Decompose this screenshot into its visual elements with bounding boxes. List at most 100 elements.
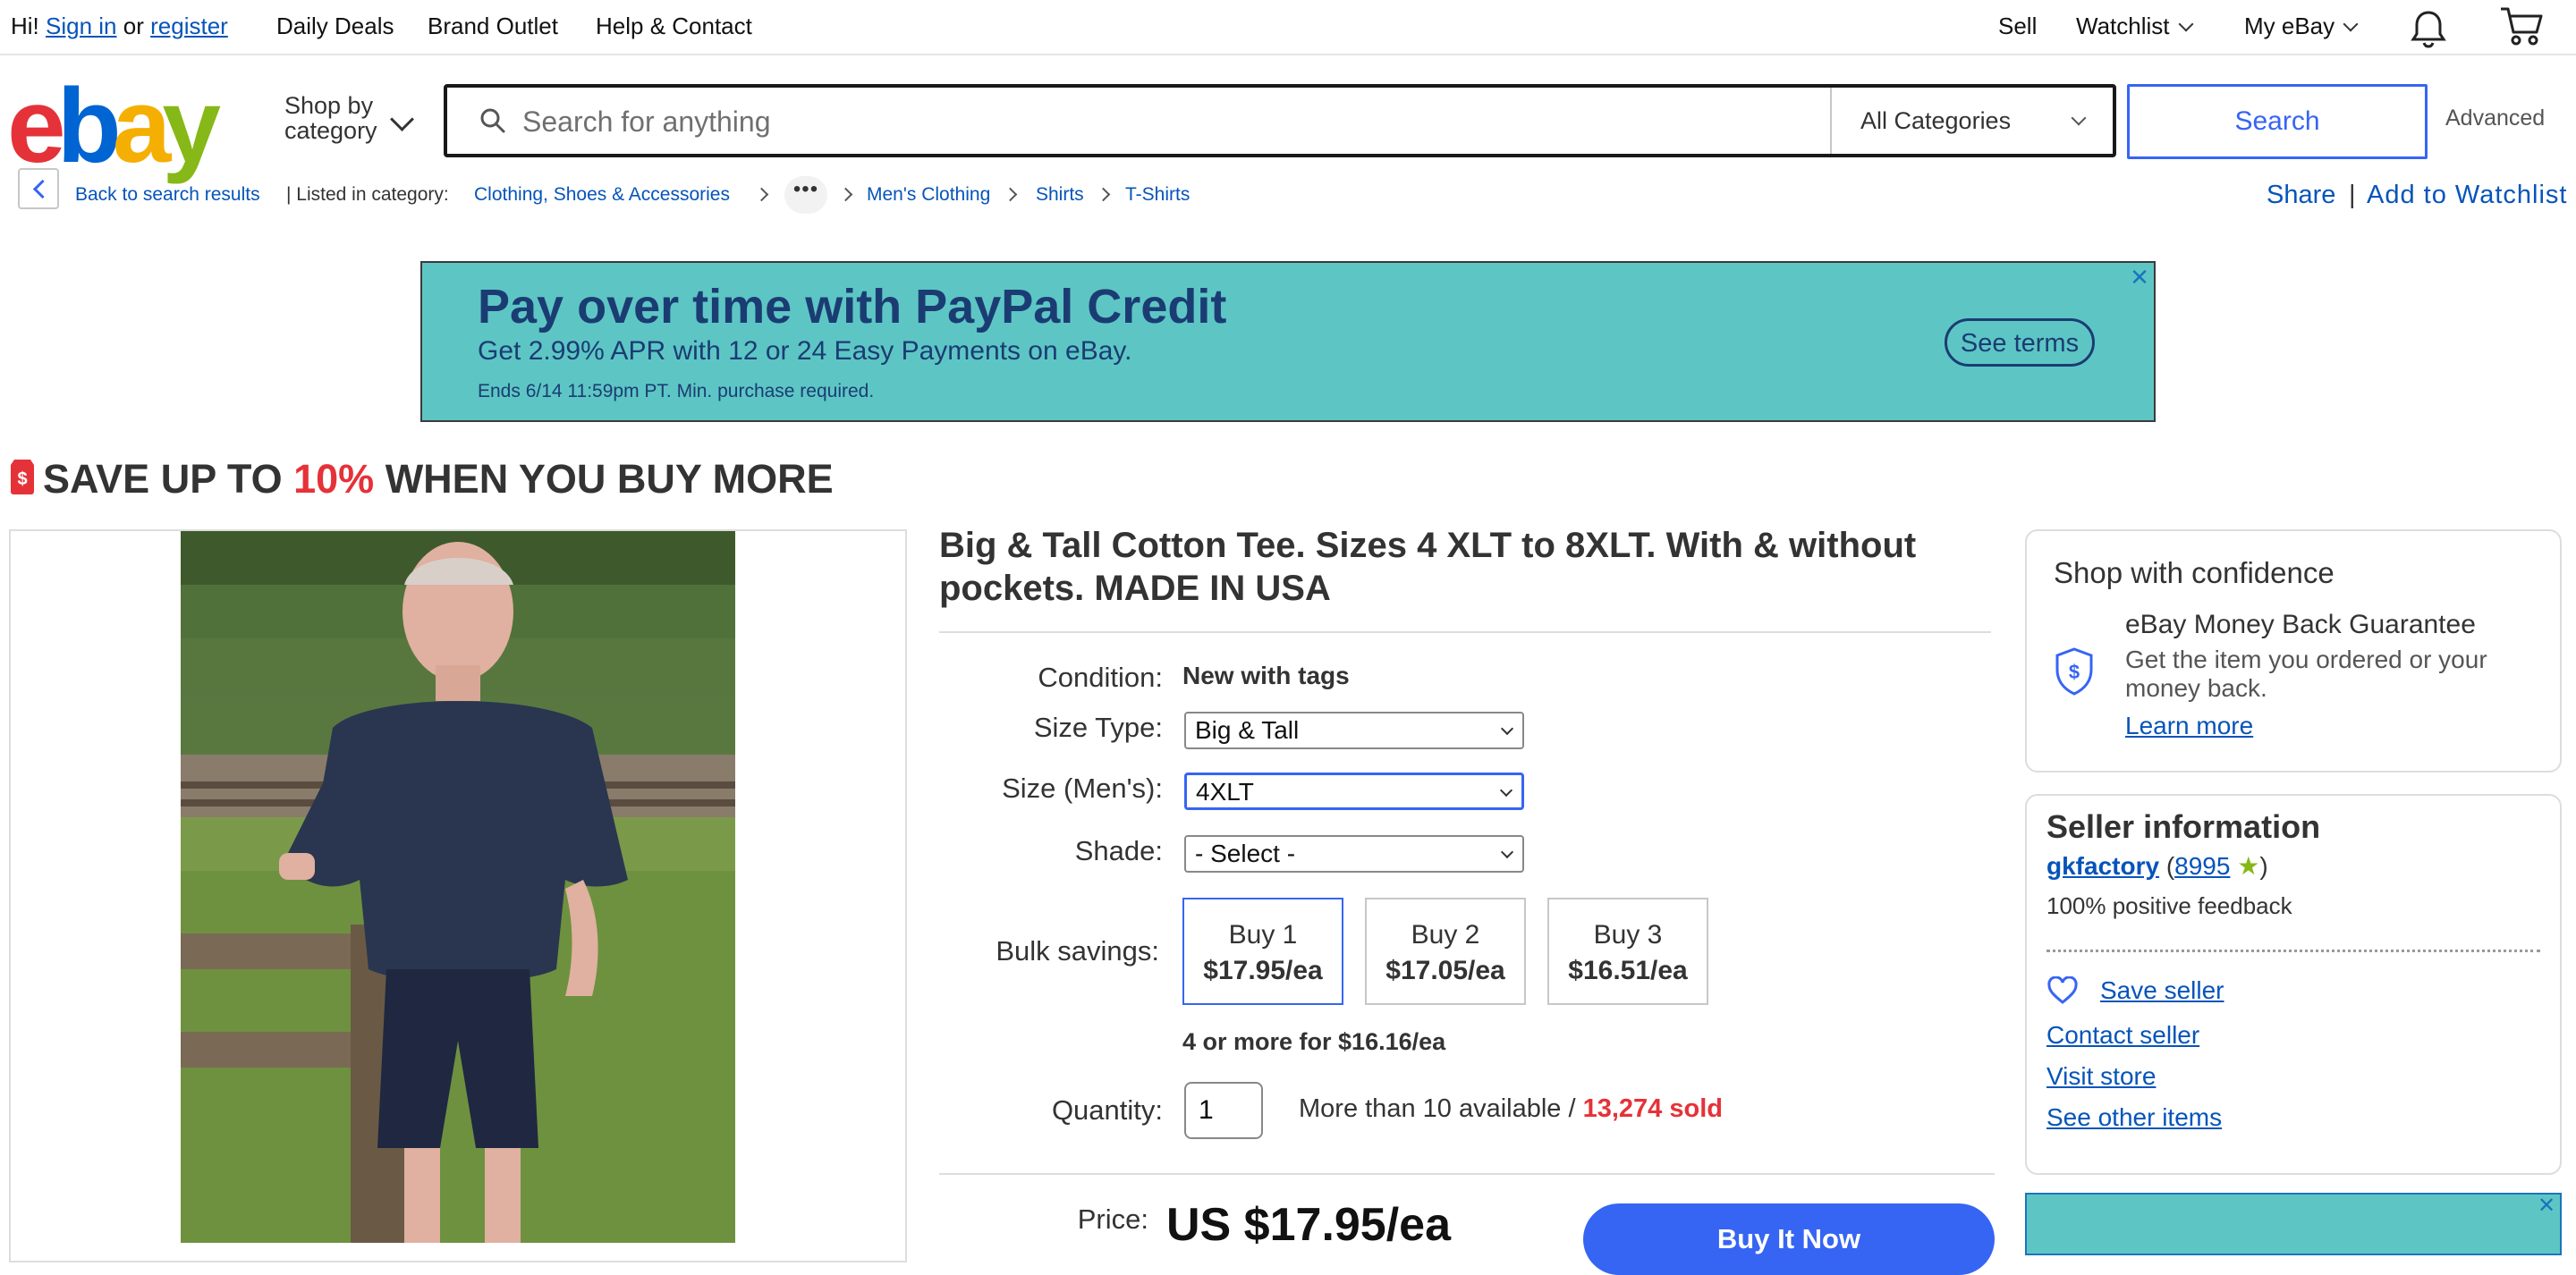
chevron-right-icon: [838, 187, 853, 202]
seller-name-row: gkfactory (8995 ★): [2046, 851, 2268, 881]
close-icon[interactable]: ✕: [2127, 265, 2152, 290]
back-to-results-link[interactable]: Back to search results: [75, 182, 260, 207]
product-image-viewer[interactable]: [9, 529, 907, 1262]
register-link[interactable]: register: [150, 13, 228, 39]
sold-count[interactable]: 13,274 sold: [1583, 1094, 1723, 1123]
search-bar: All Categories: [444, 84, 2116, 157]
price-tag-icon: $: [9, 458, 36, 500]
chevron-down-icon: [390, 107, 414, 131]
chevron-right-icon: [1003, 187, 1018, 202]
seller-heading: Seller information: [2046, 808, 2321, 845]
bulk-option-buy-3[interactable]: Buy 3 $16.51/ea: [1547, 898, 1708, 1005]
breadcrumb-item-t-shirts[interactable]: T-Shirts: [1125, 182, 1190, 207]
learn-more-link[interactable]: Learn more: [2125, 712, 2253, 740]
guarantee-title: eBay Money Back Guarantee: [2125, 610, 2476, 639]
heart-icon[interactable]: [2046, 975, 2079, 1009]
logo-letter-b: b: [56, 67, 122, 185]
add-to-watchlist-link[interactable]: Add to Watchlist: [2367, 181, 2567, 210]
chevron-down-icon: [1500, 722, 1514, 736]
buy-it-now-button[interactable]: Buy It Now: [1583, 1203, 1995, 1275]
banner-subtitle: Get 2.99% APR with 12 or 24 Easy Payment…: [478, 336, 1132, 366]
sell-link[interactable]: Sell: [1998, 11, 2037, 41]
seller-information-panel: Seller information gkfactory (8995 ★) 10…: [2025, 794, 2562, 1175]
notification-bell-icon[interactable]: [2410, 9, 2447, 53]
daily-deals-link[interactable]: Daily Deals: [276, 11, 394, 41]
chevron-down-icon: [2343, 16, 2359, 32]
greeting-area: Hi! Sign in or register: [11, 11, 228, 41]
watchlist-menu[interactable]: Watchlist: [2076, 11, 2193, 41]
side-advertisement[interactable]: ✕: [2025, 1193, 2562, 1255]
my-ebay-menu[interactable]: My eBay: [2244, 11, 2359, 41]
bulk-option-price: $17.05/ea: [1385, 956, 1505, 985]
size-mens-select[interactable]: 4XLT: [1184, 773, 1524, 810]
see-terms-button[interactable]: See terms: [1945, 318, 2095, 367]
size-type-label: Size Type:: [1033, 712, 1163, 743]
shade-select[interactable]: - Select -: [1184, 835, 1524, 873]
quantity-input[interactable]: [1184, 1082, 1263, 1139]
svg-text:$: $: [2069, 661, 2080, 683]
save-seller-link[interactable]: Save seller: [2100, 976, 2224, 1005]
chevron-down-icon: [1499, 783, 1513, 798]
search-button[interactable]: Search: [2127, 84, 2428, 159]
visit-store-link[interactable]: Visit store: [2046, 1062, 2156, 1091]
promo-suffix: WHEN YOU BUY MORE: [385, 456, 834, 502]
or-text: or: [123, 13, 144, 39]
feedback-score-link[interactable]: 8995: [2174, 852, 2230, 880]
shield-icon: $: [2054, 647, 2095, 700]
my-ebay-label: My eBay: [2244, 13, 2335, 39]
chevron-right-icon: [754, 187, 769, 202]
paypal-credit-banner[interactable]: Pay over time with PayPal Credit Get 2.9…: [420, 261, 2156, 422]
available-text: More than 10 available /: [1299, 1094, 1576, 1123]
cart-icon[interactable]: [2499, 5, 2544, 51]
search-input[interactable]: [521, 88, 1866, 156]
condition-value: New with tags: [1182, 662, 1350, 689]
bulk-option-qty: Buy 2: [1411, 920, 1480, 950]
chevron-down-icon: [1500, 845, 1514, 859]
category-select[interactable]: All Categories: [1830, 88, 2113, 154]
bulk-option-price: $17.95/ea: [1203, 956, 1323, 985]
top-navigation-bar: Hi! Sign in or register Daily Deals Bran…: [0, 0, 2576, 55]
quantity-label: Quantity:: [1051, 1094, 1163, 1126]
close-icon[interactable]: ✕: [2535, 1195, 2558, 1218]
bulk-option-buy-1[interactable]: Buy 1 $17.95/ea: [1182, 898, 1343, 1005]
chevron-right-icon: [1096, 187, 1111, 202]
sign-in-link[interactable]: Sign in: [46, 13, 117, 39]
bulk-option-buy-2[interactable]: Buy 2 $17.05/ea: [1365, 898, 1526, 1005]
volume-discount-heading: SAVE UP TO 10% WHEN YOU BUY MORE: [43, 456, 834, 502]
advanced-search-link[interactable]: Advanced: [2445, 106, 2545, 131]
bulk-option-price: $16.51/ea: [1568, 956, 1688, 985]
shade-label: Shade:: [1074, 835, 1163, 866]
product-photo[interactable]: [11, 531, 905, 1243]
back-button[interactable]: [18, 168, 59, 209]
search-icon: [479, 107, 506, 139]
category-select-value: All Categories: [1860, 107, 2012, 134]
breadcrumb-item-mens-clothing[interactable]: Men's Clothing: [867, 182, 990, 207]
breadcrumb-item-shirts[interactable]: Shirts: [1036, 182, 1084, 207]
star-icon: ★: [2237, 852, 2260, 880]
availability-text: More than 10 available / 13,274 sold: [1299, 1094, 1723, 1124]
greeting-text: Hi!: [11, 13, 39, 39]
contact-seller-link[interactable]: Contact seller: [2046, 1021, 2199, 1050]
shop-by-category-button[interactable]: Shop by category: [284, 93, 377, 143]
bulk-more-text: 4 or more for $16.16/ea: [1182, 1028, 1446, 1055]
positive-feedback-text: 100% positive feedback: [2046, 892, 2292, 919]
confidence-heading: Shop with confidence: [2054, 556, 2334, 589]
open-paren: (: [2165, 852, 2175, 880]
size-type-select[interactable]: Big & Tall: [1184, 712, 1524, 749]
breadcrumb-more-button[interactable]: •••: [784, 176, 827, 214]
price-value: US $17.95/ea: [1166, 1199, 1452, 1251]
watchlist-label: Watchlist: [2076, 13, 2170, 39]
price-label: Price:: [1077, 1203, 1148, 1235]
logo-letter-a: a: [112, 67, 172, 185]
share-link[interactable]: Share: [2267, 181, 2335, 210]
brand-outlet-link[interactable]: Brand Outlet: [428, 11, 558, 41]
size-mens-label: Size (Men's):: [1002, 773, 1163, 804]
close-paren: ): [2259, 852, 2268, 880]
help-contact-link[interactable]: Help & Contact: [596, 11, 752, 41]
breadcrumb-item-clothing[interactable]: Clothing, Shoes & Accessories: [474, 182, 730, 207]
seller-name-link[interactable]: gkfactory: [2046, 852, 2159, 880]
ebay-logo[interactable]: ebay: [7, 73, 221, 179]
see-other-items-link[interactable]: See other items: [2046, 1103, 2222, 1132]
condition-label: Condition:: [1038, 662, 1163, 693]
bulk-option-qty: Buy 1: [1228, 920, 1298, 950]
